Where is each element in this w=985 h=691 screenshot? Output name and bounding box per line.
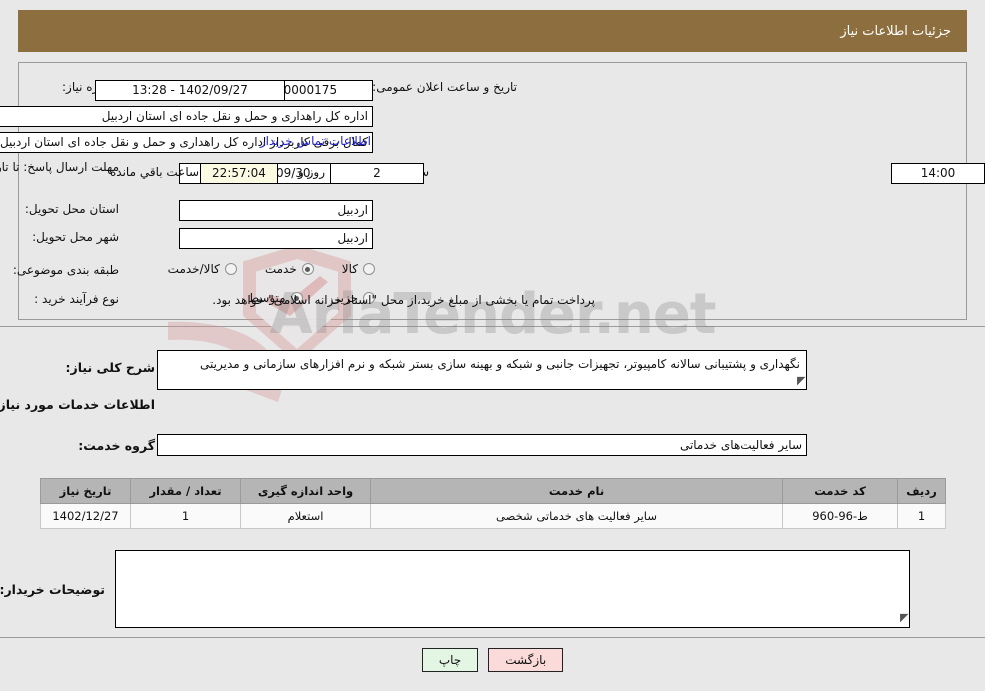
category-option-kala-khedmat-label: کالا/خدمت xyxy=(167,262,220,276)
back-button[interactable]: بازگشت xyxy=(488,648,564,672)
cell-row-no: 1 xyxy=(897,503,946,529)
th-service-name: نام خدمت xyxy=(370,478,783,504)
radio-kala-khedmat-icon[interactable] xyxy=(224,263,237,275)
city-label: شهر محل تحویل: xyxy=(32,230,119,244)
category-option-kala-label: کالا xyxy=(341,262,358,276)
process-type-label-wrap: نوع فرآیند خرید : xyxy=(34,292,119,306)
table-header-row: ردیف کد خدمت نام خدمت واحد اندازه گیری ت… xyxy=(40,478,946,504)
days-label-wrap: روز و xyxy=(298,165,325,179)
deadline-label-wrap: مهلت ارسال پاسخ: تا تاریخ: xyxy=(0,160,119,175)
cell-need-date: 1402/12/27 xyxy=(40,503,131,529)
cell-quantity: 1 xyxy=(130,503,241,529)
buyer-contact-link[interactable]: اطلاعات تماس خریدار xyxy=(260,134,371,148)
remaining-time-label: ساعت باقي مانده xyxy=(110,165,200,179)
service-group-field: سایر فعالیت‌های خدماتی xyxy=(157,434,807,456)
province-label-wrap: استان محل تحویل: xyxy=(25,202,119,216)
general-need-textarea[interactable]: نگهداری و پشتیبانی سالانه کامپیوتر، تجهی… xyxy=(157,350,807,390)
th-quantity: تعداد / مقدار xyxy=(130,478,241,504)
category-label: طبقه بندی موضوعی: xyxy=(12,263,119,277)
buyer-org-field: اداره کل راهداری و حمل و نقل جاده ای است… xyxy=(0,106,373,127)
hour-field: 14:00 xyxy=(891,163,985,184)
general-need-resize-grip[interactable]: ◥ xyxy=(797,374,805,387)
print-button[interactable]: چاپ xyxy=(421,648,479,672)
th-row-no: ردیف xyxy=(897,478,946,504)
buyer-notes-resize-grip[interactable]: ◥ xyxy=(900,611,908,624)
announce-datetime-label: تاریخ و ساعت اعلان عمومی: xyxy=(372,80,517,94)
services-section-title: اطلاعات خدمات مورد نیاز xyxy=(0,397,155,412)
deadline-label: مهلت ارسال پاسخ: تا تاریخ: xyxy=(0,160,119,174)
announce-datetime-field: 1402/09/27 - 13:28 xyxy=(95,80,285,101)
radio-khedmat-icon[interactable] xyxy=(301,263,314,275)
general-need-label: شرح کلی نیاز: xyxy=(65,360,155,375)
category-option-khedmat[interactable]: خدمت xyxy=(265,262,314,276)
province-label: استان محل تحویل: xyxy=(24,202,119,216)
page-title: جزئیات اطلاعات نیاز xyxy=(840,23,951,39)
section-divider-top xyxy=(0,326,985,327)
days-label: روز و xyxy=(298,165,325,179)
city-label-wrap: شهر محل تحویل: xyxy=(32,230,119,244)
radio-kala-icon[interactable] xyxy=(363,263,375,275)
cell-service-code: ط-96-960 xyxy=(782,503,898,529)
days-field: 2 xyxy=(330,163,424,184)
category-radio-group: کالا خدمت کالا/خدمت xyxy=(168,262,375,276)
payment-note: پرداخت تمام یا بخشی از مبلغ خرید،از محل … xyxy=(212,293,595,307)
payment-note-wrap: پرداخت تمام یا بخشی از مبلغ خرید،از محل … xyxy=(212,293,595,307)
th-service-code: کد خدمت xyxy=(782,478,898,504)
buyer-notes-label: توضیحات خریدار: xyxy=(0,582,105,597)
service-group-label: گروه خدمت: xyxy=(78,438,155,453)
buyer-notes-textarea[interactable] xyxy=(115,550,910,628)
remaining-time-label-wrap: ساعت باقي مانده xyxy=(110,165,199,179)
province-field: اردبیل xyxy=(179,200,373,221)
th-unit: واحد اندازه گیری xyxy=(240,478,371,504)
category-option-khedmat-label: خدمت xyxy=(264,262,297,276)
action-buttons-row: بازگشت چاپ xyxy=(0,648,985,672)
services-table: ردیف کد خدمت نام خدمت واحد اندازه گیری ت… xyxy=(40,478,946,529)
cell-service-name: سایر فعالیت های خدماتی شخصی xyxy=(370,503,783,529)
category-label-wrap: طبقه بندی موضوعی: xyxy=(13,263,119,277)
announce-datetime-label-wrap: تاریخ و ساعت اعلان عمومی: xyxy=(372,80,517,94)
th-need-date: تاریخ نیاز xyxy=(40,478,131,504)
section-divider-bottom xyxy=(0,637,985,638)
buyer-contact-link-wrap[interactable]: اطلاعات تماس خریدار xyxy=(260,134,371,148)
page-header-bar: جزئیات اطلاعات نیاز xyxy=(18,10,967,52)
cell-unit: استعلام xyxy=(240,503,371,529)
city-field: اردبیل xyxy=(179,228,373,249)
table-row: 1 ط-96-960 سایر فعالیت های خدماتی شخصی ا… xyxy=(40,503,946,529)
process-type-label: نوع فرآیند خرید : xyxy=(34,292,119,306)
remaining-time-field: 22:57:04 xyxy=(200,163,278,184)
category-option-kala[interactable]: کالا xyxy=(342,262,375,276)
category-option-kala-khedmat[interactable]: کالا/خدمت xyxy=(168,262,237,276)
